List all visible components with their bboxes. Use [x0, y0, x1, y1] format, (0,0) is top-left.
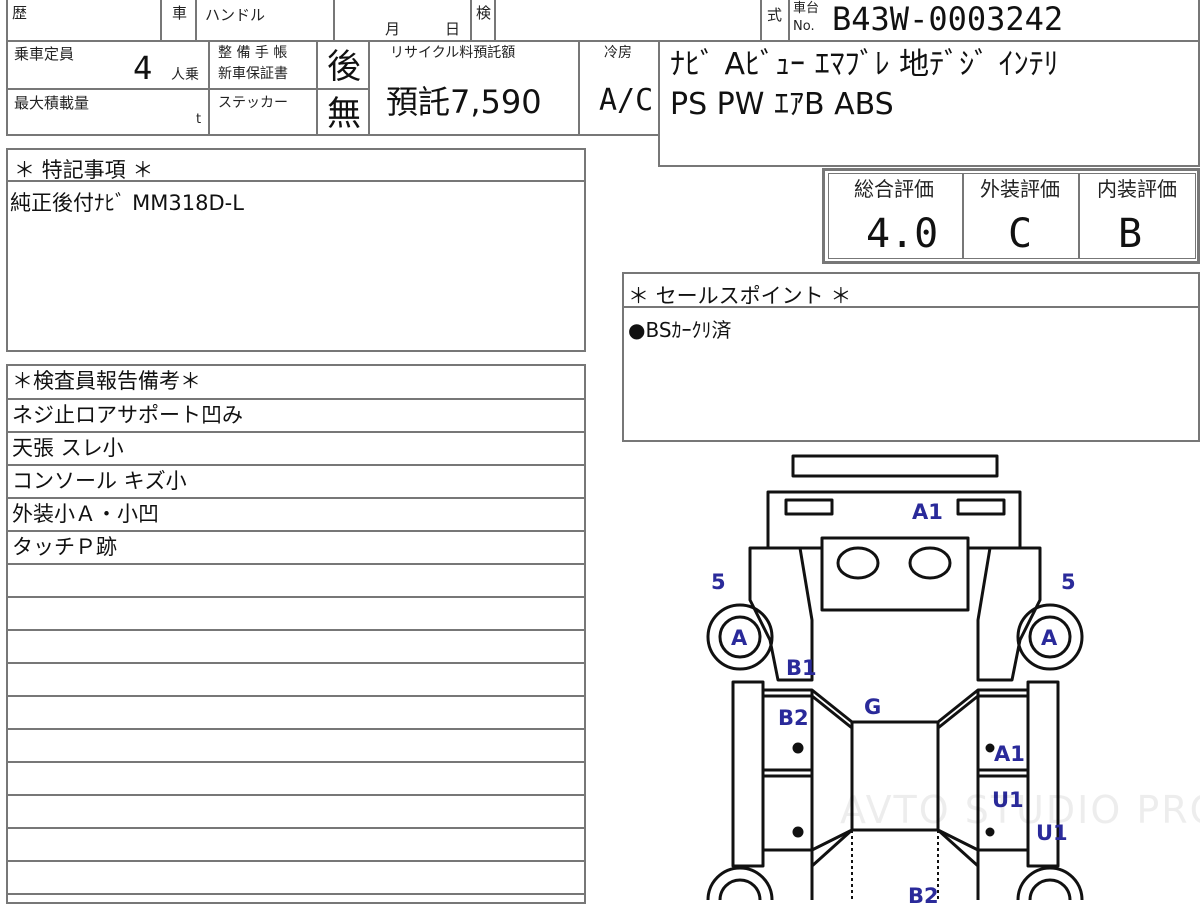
capacity-value: 4	[133, 49, 153, 87]
report-line-1: ネジ止ロアサポート凹み	[8, 400, 584, 433]
front-bumper	[791, 454, 999, 478]
right-lamp	[908, 546, 952, 580]
inspector-report-box: ＊検査員報告備考＊ ネジ止ロアサポート凹み 天張 スレ小 コンソール キズ小 外…	[6, 364, 586, 904]
right-sill	[1026, 680, 1060, 868]
left-lamp	[836, 546, 880, 580]
report-line-10	[8, 697, 584, 730]
special-notes-text: 純正後付ﾅﾋﾞ MM318D-L	[10, 191, 244, 215]
mark-windshield: G	[864, 695, 882, 719]
equipment-line-1: ﾅﾋﾞ Aﾋﾞｭｰ ｴﾏﾌﾞﾚ 地ﾃﾞｼﾞ ｲﾝﾃﾘ	[670, 47, 1059, 82]
report-line-12	[8, 763, 584, 796]
capacity-label: 乗車定員	[14, 45, 75, 63]
watermark: AVTO STUDIO PRO	[840, 788, 1200, 832]
left-rear-wheel	[706, 866, 774, 900]
left-fender	[748, 546, 814, 682]
report-line-14	[8, 829, 584, 862]
exterior-grade: C	[1008, 211, 1033, 257]
vehicle-label: 車	[172, 4, 188, 22]
model-label: 式	[767, 6, 783, 24]
report-line-13	[8, 796, 584, 829]
manual-label-1: 整 備 手 帳	[218, 45, 288, 61]
interior-grade: B	[1118, 211, 1143, 257]
mark-left-front-pillar: B1	[786, 656, 817, 680]
chassis-label-2: No.	[793, 19, 815, 34]
report-line-9	[8, 664, 584, 697]
month-label: 月	[385, 20, 401, 38]
equipment-line-2: PS PW ｴｱB ABS	[670, 87, 894, 122]
mark-right-fender: 5	[1061, 570, 1076, 594]
left-front-wheel	[706, 603, 774, 671]
handle-label: ハンドル	[205, 6, 266, 24]
mark-rear-center: B2	[908, 884, 939, 908]
right-front-wheel	[1016, 603, 1084, 671]
report-line-7	[8, 598, 584, 631]
exterior-grade-label: 外装評価	[980, 177, 1060, 201]
inspection-label: 検	[476, 4, 492, 22]
chassis-label-1: 車台	[793, 1, 820, 16]
manual-label-2: 新車保証書	[218, 66, 288, 82]
recycle-label: リサイクル料預託額	[390, 45, 516, 61]
mark-right-wheel: A	[1041, 626, 1058, 650]
aircon-label: 冷房	[604, 45, 632, 61]
mark-left-wheel: A	[731, 626, 748, 650]
right-fender	[976, 546, 1042, 682]
report-line-5: タッチＰ跡	[8, 532, 584, 565]
day-label: 日	[445, 20, 461, 38]
overall-grade: 4.0	[866, 211, 939, 257]
special-notes-title: ＊ 特記事項 ＊	[14, 158, 154, 182]
inspector-report-title: ＊検査員報告備考＊	[8, 366, 584, 400]
left-sill	[731, 680, 765, 868]
history-label: 歴	[12, 4, 28, 22]
capacity-unit: 人乗	[171, 67, 199, 83]
report-line-3: コンソール キズ小	[8, 466, 584, 499]
report-line-15	[8, 862, 584, 895]
mark-left-fender: 5	[711, 570, 726, 594]
chassis-number: B43W-0003242	[832, 0, 1064, 38]
sticker-label: ステッカー	[218, 95, 288, 111]
recycle-value: 預託7,590	[386, 83, 542, 121]
sales-points-title: ＊ セールスポイント ＊	[628, 284, 852, 308]
hood	[766, 490, 1022, 550]
sticker-value: 無	[327, 94, 361, 134]
max-load-unit: t	[196, 112, 202, 127]
manual-value: 後	[327, 47, 361, 87]
left-headlight	[784, 498, 834, 516]
interior-grade-label: 内装評価	[1097, 177, 1177, 201]
aircon-value: A/C	[599, 83, 654, 118]
report-line-4: 外装小Ａ・小凹	[8, 499, 584, 532]
report-line-6	[8, 565, 584, 598]
engine-bay	[820, 548, 970, 612]
max-load-label: 最大積載量	[14, 94, 90, 112]
right-rear-wheel	[1016, 866, 1084, 900]
report-line-8	[8, 631, 584, 664]
sales-points-text: ●BSｶｰｸﾘ済	[628, 318, 732, 342]
mark-left-front-door: B2	[778, 706, 809, 730]
right-headlight	[956, 498, 1006, 516]
overall-grade-label: 総合評価	[854, 177, 934, 201]
mark-right-front-door: A1	[994, 742, 1025, 766]
report-line-2: 天張 スレ小	[8, 433, 584, 466]
mark-front-bumper: A1	[912, 500, 943, 524]
report-line-11	[8, 730, 584, 763]
